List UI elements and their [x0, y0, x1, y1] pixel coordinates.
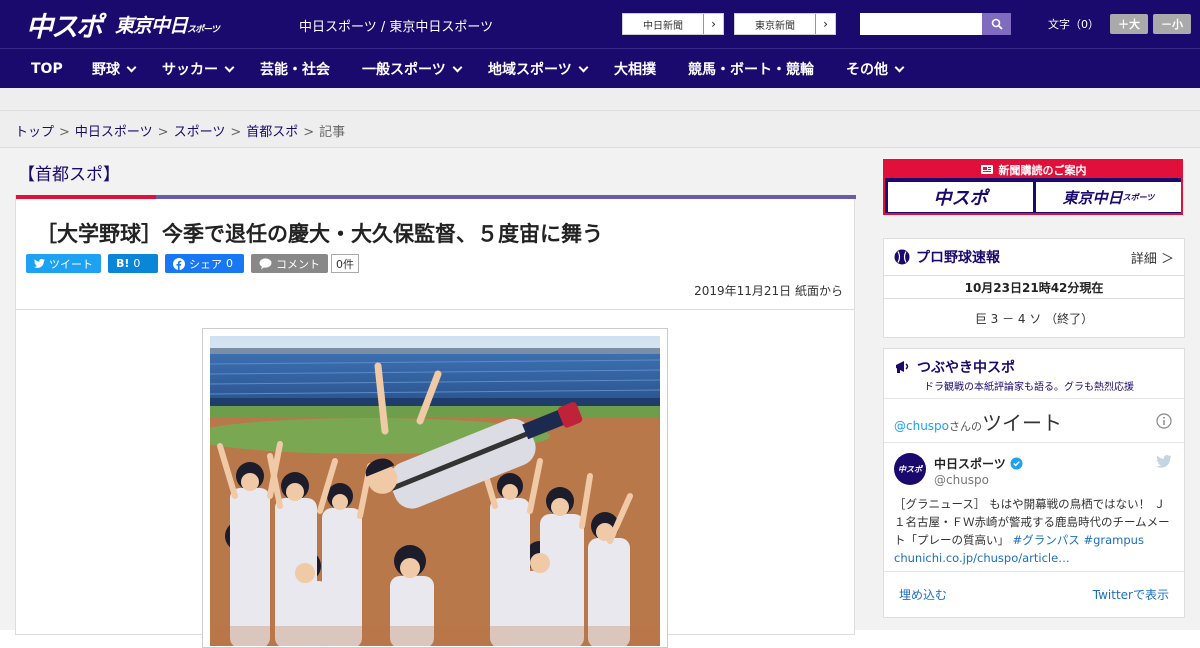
- tweets-handle[interactable]: @chuspo: [894, 419, 949, 433]
- tweet-author[interactable]: 中日スポーツ: [934, 455, 1023, 472]
- divider: [16, 309, 854, 310]
- newspaper-icon: [980, 165, 993, 174]
- article-photo[interactable]: [210, 336, 660, 646]
- search-icon: [991, 18, 1003, 30]
- avatar[interactable]: 中スポ: [894, 453, 926, 485]
- breadcrumb-shuto-supo[interactable]: 首都スポ: [246, 125, 298, 140]
- chevron-down-icon: [126, 62, 137, 72]
- search-input[interactable]: [860, 13, 982, 35]
- baseball-scores-title: プロ野球速報: [916, 250, 1000, 266]
- view-on-twitter-link[interactable]: Twitterで表示: [1093, 586, 1169, 603]
- search-box: [860, 13, 1011, 35]
- chevron-right-icon: ›: [815, 14, 835, 34]
- baseball-details-link[interactable]: 詳細 ＞: [1131, 248, 1174, 267]
- chevron-down-icon: [894, 62, 905, 72]
- logo-chuspo: 中スポ: [26, 11, 103, 43]
- font-smaller-button[interactable]: －小: [1153, 14, 1191, 34]
- baseball-icon: [894, 249, 910, 265]
- score-timestamp: 10月23日21時42分現在: [884, 275, 1184, 299]
- nav-baseball[interactable]: 野球: [92, 49, 137, 89]
- font-larger-button[interactable]: ＋大: [1110, 14, 1148, 34]
- hashtag-link[interactable]: #グランパス: [1013, 533, 1080, 547]
- nav-local-sports[interactable]: 地域スポーツ: [488, 49, 589, 89]
- facebook-count: 0: [226, 257, 233, 270]
- baseball-scores-header: プロ野球速報 詳細 ＞: [884, 239, 1184, 275]
- main-nav: TOP 野球 サッカー 芸能・社会 一般スポーツ 地域スポーツ 大相撲 競馬・ボ…: [0, 48, 1200, 88]
- tweets-by-header: @chuspo さんの ツイート: [894, 411, 1063, 435]
- chevron-down-icon: [578, 62, 589, 72]
- site-name: 中日スポーツ / 東京中日スポーツ: [299, 20, 494, 35]
- tweet-button[interactable]: ツイート: [26, 254, 101, 273]
- breadcrumb: トップ > 中日スポーツ > スポーツ > 首都スポ > 記事: [15, 125, 346, 140]
- header-spacer: [0, 88, 1200, 110]
- chunichi-shimbun-link[interactable]: 中日新聞 ›: [622, 13, 724, 35]
- facebook-icon: [173, 257, 185, 270]
- embed-link[interactable]: 埋め込む: [899, 586, 947, 603]
- nav-general-sports[interactable]: 一般スポーツ: [362, 49, 463, 89]
- hatena-count: 0: [133, 257, 141, 270]
- top-header: 中スポ 東京中日スポーツ 中日スポーツ / 東京中日スポーツ 中日新聞 › 東京…: [0, 0, 1200, 48]
- article-headline: ［大学野球］今季で退任の慶大・大久保監督、５度宙に舞う: [36, 222, 603, 246]
- twitter-bird-icon[interactable]: [1156, 455, 1172, 468]
- breadcrumb-bar: トップ > 中日スポーツ > スポーツ > 首都スポ > 記事: [0, 110, 1200, 148]
- tweet-body: ［グラニュース］ もはや開幕戦の鳥栖ではない！ Ｊ１名古屋・ＦＷ赤崎が警戒する鹿…: [894, 495, 1176, 567]
- nav-entertainment[interactable]: 芸能・社会: [260, 49, 330, 89]
- chevron-down-icon: [452, 62, 463, 72]
- hatena-icon: B!: [116, 257, 130, 270]
- facebook-share-label: シェア: [189, 257, 222, 271]
- breadcrumb-sports[interactable]: スポーツ: [174, 125, 226, 140]
- article-accent-bar: [16, 195, 856, 199]
- comment-label: コメント: [276, 257, 320, 271]
- tweet-author-handle: @chuspo: [934, 473, 990, 487]
- article-card: ［大学野球］今季で退任の慶大・大久保監督、５度宙に舞う ツイート B! 0 シェ…: [15, 195, 856, 648]
- subscribe-tokyo-chunichi[interactable]: 東京中日 スポーツ: [1036, 182, 1181, 212]
- nav-top[interactable]: TOP: [31, 49, 63, 89]
- article-photo-frame: [202, 328, 668, 648]
- subscription-banner[interactable]: 新聞購読のご案内 中スポ 東京中日 スポーツ: [883, 159, 1183, 215]
- article-date: 2019年11月21日 紙面から: [694, 284, 843, 298]
- verified-badge-icon: [1010, 457, 1023, 470]
- comment-count: 0件: [331, 254, 359, 273]
- font-size-label: 文字（0）: [1048, 18, 1099, 31]
- comment-button[interactable]: コメント: [251, 254, 328, 273]
- twitter-widget-title: つぶやき中スポ: [894, 357, 1015, 377]
- chevron-right-icon: ›: [703, 14, 723, 34]
- tokyo-shimbun-link[interactable]: 東京新聞 ›: [734, 13, 836, 35]
- section-title: 【首都スポ】: [18, 165, 120, 185]
- info-icon[interactable]: [1156, 413, 1172, 429]
- subscription-banner-title: 新聞購読のご案内: [885, 161, 1181, 178]
- logo-tokyo-chunichi: 東京中日スポーツ: [115, 14, 220, 37]
- facebook-share-button[interactable]: シェア 0: [165, 254, 244, 273]
- nav-soccer[interactable]: サッカー: [162, 49, 235, 89]
- game-score[interactable]: 巨 3 － 4 ソ （終了）: [884, 299, 1184, 337]
- tweet-url-link[interactable]: chunichi.co.jp/chuspo/article…: [894, 549, 1176, 567]
- hatena-bookmark-button[interactable]: B! 0: [108, 254, 158, 273]
- baseball-scores-widget: プロ野球速報 詳細 ＞ 10月23日21時42分現在 巨 3 － 4 ソ （終了…: [883, 238, 1185, 338]
- tweet-label: ツイート: [49, 257, 93, 271]
- twitter-bird-icon: [34, 258, 45, 268]
- nav-racing[interactable]: 競馬・ボート・競輪: [688, 49, 814, 89]
- subscribe-chuspo[interactable]: 中スポ: [888, 182, 1033, 212]
- font-size-control: 文字（0） ＋大 －小: [1048, 14, 1191, 34]
- search-button[interactable]: [982, 13, 1011, 35]
- twitter-widget: つぶやき中スポ ドラ観戦の本紙評論家も語る。グラも熱烈応援 @chuspo さん…: [883, 348, 1185, 618]
- breadcrumb-chunichi-sports[interactable]: 中日スポーツ: [75, 125, 153, 140]
- breadcrumb-current: 記事: [319, 125, 346, 140]
- megaphone-icon: [896, 361, 909, 373]
- speech-bubble-icon: [259, 257, 272, 269]
- breadcrumb-top[interactable]: トップ: [15, 125, 54, 140]
- celebration-photo: [210, 336, 660, 646]
- chevron-down-icon: [224, 62, 235, 72]
- share-buttons: ツイート B! 0 シェア 0 コメント 0件: [26, 254, 359, 273]
- twitter-widget-subtitle: ドラ観戦の本紙評論家も語る。グラも熱烈応援: [924, 382, 1134, 393]
- nav-other[interactable]: その他: [846, 49, 905, 89]
- nav-sumo[interactable]: 大相撲: [614, 49, 656, 89]
- hashtag-link[interactable]: #grampus: [1083, 533, 1144, 547]
- site-logo[interactable]: 中スポ 東京中日スポーツ: [26, 6, 220, 43]
